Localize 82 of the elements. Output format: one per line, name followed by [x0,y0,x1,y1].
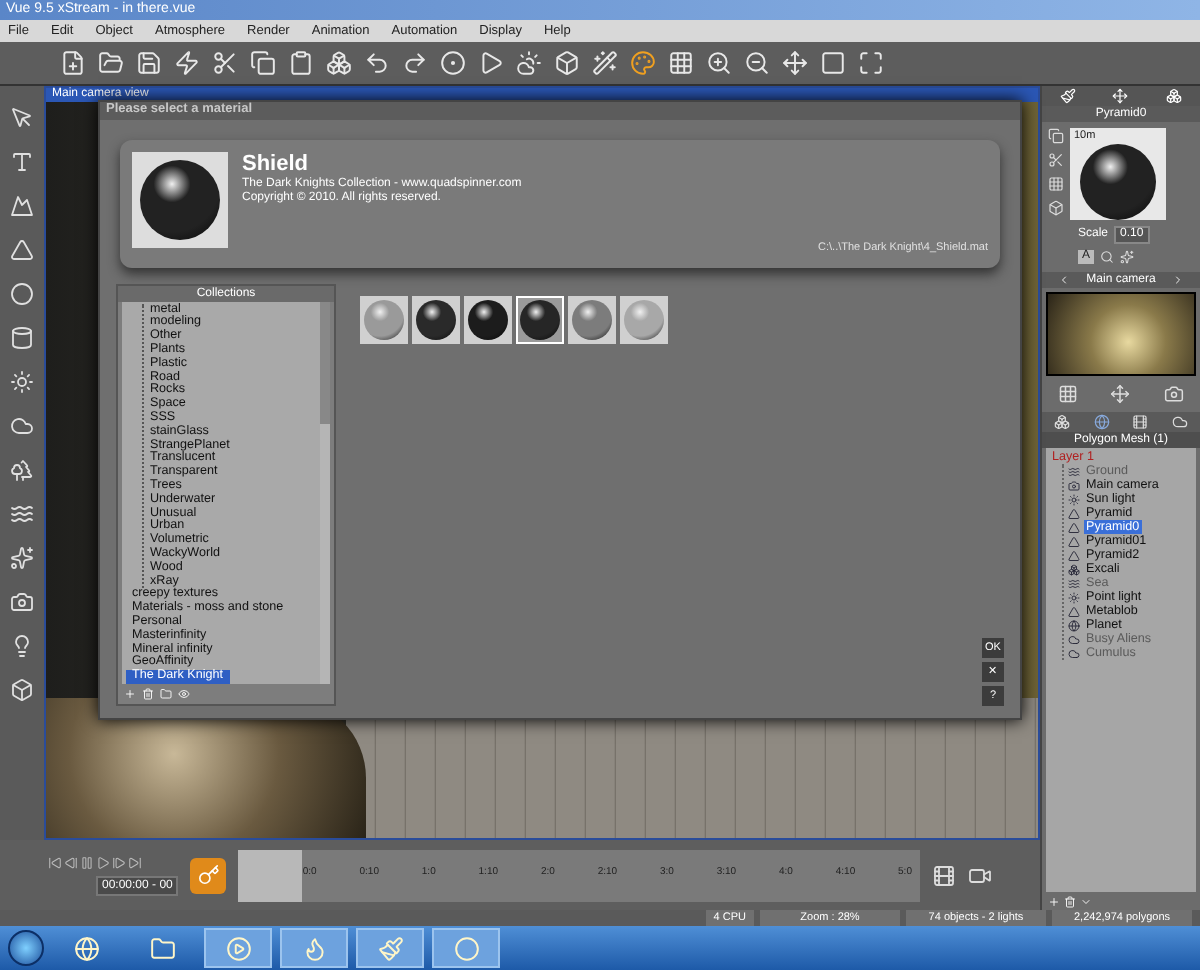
skip-back-icon[interactable] [48,855,62,869]
camera-icon[interactable] [10,590,34,614]
globe-icon[interactable] [1093,414,1110,430]
move-icon[interactable] [1110,384,1131,404]
pause-icon[interactable] [80,855,94,869]
skip-forward-icon[interactable] [128,855,142,869]
square-icon[interactable] [820,50,846,76]
cloud-sun-icon[interactable] [516,50,542,76]
search-icon[interactable] [1100,250,1115,264]
new-file-icon[interactable] [60,50,86,76]
boxes-icon[interactable] [1053,414,1070,430]
scissors-icon[interactable] [212,50,238,76]
render-dot-icon[interactable] [440,50,466,76]
copy-icon[interactable] [250,50,276,76]
cloud-icon[interactable] [1172,414,1189,430]
key-icon[interactable] [197,864,220,886]
triangle-icon [1068,605,1080,617]
sun-icon[interactable] [10,370,34,394]
play-icon[interactable] [96,855,110,869]
text-icon[interactable] [10,150,34,174]
bulb-icon[interactable] [10,634,34,658]
zoom-out-icon[interactable] [744,50,770,76]
folder-icon[interactable] [149,935,175,961]
axes-tab-icon[interactable] [1112,88,1129,104]
lightning-icon[interactable] [174,50,200,76]
film-icon[interactable] [932,863,956,887]
sphere-preview [1080,144,1156,220]
camera-icon[interactable] [1163,384,1184,404]
palette-icon[interactable] [630,50,656,76]
scissors-icon[interactable] [1048,152,1064,168]
sun-icon [1068,493,1080,505]
boxes-icon[interactable] [326,50,352,76]
waves-icon[interactable] [10,502,34,526]
step-back-icon[interactable] [64,855,78,869]
grid-icon[interactable] [1058,384,1079,404]
delete-icon[interactable] [1064,895,1076,907]
box-icon[interactable] [1048,200,1064,216]
scrollbar[interactable] [320,301,330,684]
move-icon[interactable] [782,50,808,76]
sparkles-icon[interactable] [1120,250,1135,264]
save-icon[interactable] [136,50,162,76]
play-icon[interactable] [478,50,504,76]
wand-icon[interactable] [592,50,618,76]
copy-icon[interactable] [1048,128,1064,144]
keyframe-button[interactable] [190,857,227,893]
step-forward-icon[interactable] [112,855,126,869]
mountain-icon[interactable] [10,194,34,218]
delete-icon[interactable] [142,688,154,700]
waves-icon [1068,465,1080,477]
previous-icon[interactable] [1058,274,1070,286]
waves-icon [1068,577,1080,589]
next-icon[interactable] [1172,274,1184,286]
cloud-icon[interactable] [10,414,34,438]
film-icon[interactable] [1132,414,1149,430]
open-folder-icon[interactable] [98,50,124,76]
zoom-in-icon[interactable] [706,50,732,76]
redo-icon[interactable] [402,50,428,76]
undo-icon[interactable] [364,50,390,76]
material-name: Shield [242,151,311,177]
globe-icon [1068,619,1080,631]
pointer-icon[interactable] [10,106,34,130]
cube-icon[interactable] [10,678,34,702]
clipboard-icon[interactable] [288,50,314,76]
add-icon[interactable] [124,688,136,700]
cylinder-icon[interactable] [10,326,34,350]
grid-icon[interactable] [1048,176,1064,192]
start-button[interactable] [8,930,44,966]
grid-icon[interactable] [668,50,694,76]
view-icon[interactable] [178,688,190,700]
maximize-icon[interactable] [858,50,884,76]
triangle-icon[interactable] [10,238,34,262]
camera-icon [1068,479,1080,491]
video-camera-icon[interactable] [968,863,992,887]
sun-icon [1068,591,1080,603]
trees-icon[interactable] [10,458,34,482]
sparkles-icon[interactable] [10,546,34,570]
sphere-icon[interactable] [10,282,34,306]
objects-tab-icon[interactable] [1165,88,1182,104]
group-icon [1068,563,1080,575]
add-icon[interactable] [1048,895,1060,907]
box-icon[interactable] [554,50,580,76]
brush-tab-icon[interactable] [1060,88,1077,104]
